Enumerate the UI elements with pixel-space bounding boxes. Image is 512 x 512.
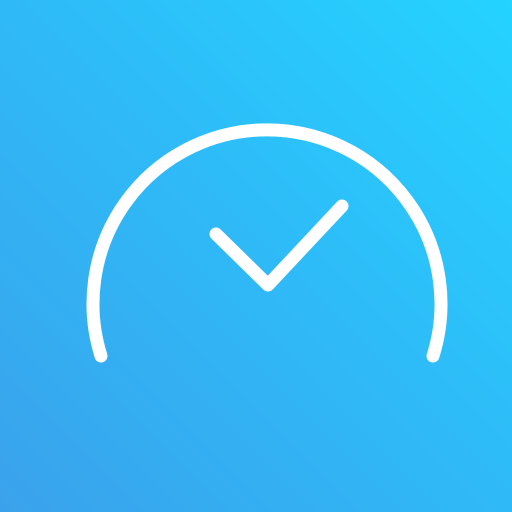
checkmark-icon (209, 199, 349, 292)
gauge-check-icon (86, 123, 448, 363)
gauge-arc-icon (86, 123, 448, 363)
app-icon (0, 0, 512, 512)
